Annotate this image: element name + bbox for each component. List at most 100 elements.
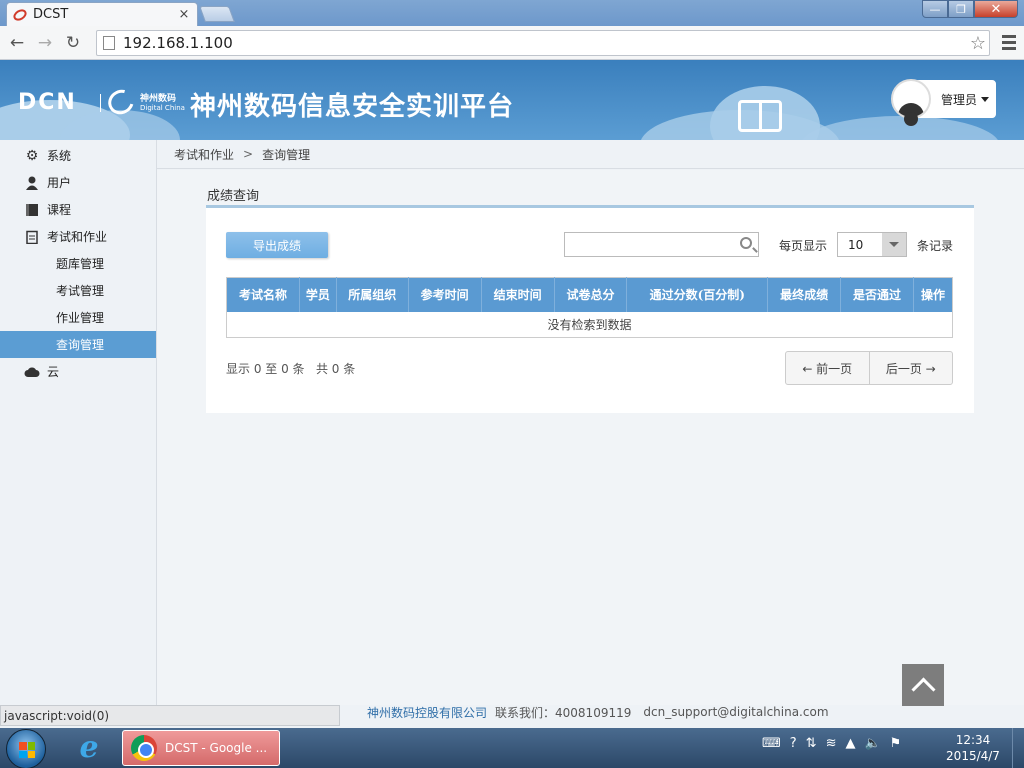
page-size-value: 10 [848,238,864,252]
chrome-icon [131,735,157,761]
start-button[interactable] [6,729,46,768]
clock-date: 2015/4/7 [946,749,1000,763]
sidebar-item-label: 云 [47,365,60,379]
sidebar-item-label: 用户 [47,176,72,190]
chrome-menu-icon[interactable] [1002,35,1016,53]
user-menu[interactable]: 管理员 [891,79,996,126]
system-tray: ⌨ ? ⇅ ≋ ▲ 🔈 ⚑ [762,736,910,751]
user-name: 管理员 [941,92,978,107]
taskbar-clock[interactable]: 12:34 2015/4/7 [938,732,1008,764]
volume-icon[interactable]: 🔈 [864,736,880,751]
new-tab-button[interactable] [199,6,235,22]
column-header[interactable]: 考试名称 [226,277,300,312]
browser-toolbar: ← → ↻ 192.168.1.100 ☆ [0,26,1024,60]
header-cloud-decoration [800,116,1000,140]
book-icon [738,100,782,132]
sidebar-subitem-homework-management[interactable]: 作业管理 [0,304,156,331]
url-text: 192.168.1.100 [123,34,233,52]
sidebar-subitem-label: 查询管理 [56,338,105,352]
search-input[interactable] [564,232,759,257]
window-controls: — ❐ ✕ [922,0,1018,18]
prev-page-button[interactable]: ← 前一页 [786,352,869,384]
main-content: 成绩查询 导出成绩 每页显示 10 条记录 考试名称 学员 所属组织 参考时间 … [157,170,1024,705]
keyboard-icon[interactable]: ⌨ [762,736,781,751]
scores-table: 考试名称 学员 所属组织 参考时间 结束时间 试卷总分 通过分数(百分制) 最终… [226,277,953,338]
next-page-button[interactable]: 后一页 → [868,352,953,384]
sidebar-item-system[interactable]: ⚙ 系统 [0,142,156,169]
page-icon [103,36,115,50]
breadcrumb-parent[interactable]: 考试和作业 [174,146,234,163]
maximize-button[interactable]: ❐ [948,0,974,18]
tab-close-icon[interactable]: × [177,7,191,22]
browser-status-bar: javascript:void(0) [0,705,340,726]
page-size-label: 每页显示 [779,239,828,253]
close-window-button[interactable]: ✕ [974,0,1018,18]
breadcrumb: 考试和作业 > 查询管理 [157,140,1024,169]
breadcrumb-current: 查询管理 [262,147,311,162]
network-flag-icon[interactable]: ⚑ [890,736,902,751]
sidebar-subitem-question-bank[interactable]: 题库管理 [0,250,156,277]
table-header-row: 考试名称 学员 所属组织 参考时间 结束时间 试卷总分 通过分数(百分制) 最终… [226,277,953,312]
taskbar-chrome-window[interactable]: DCST - Google ... [122,730,280,766]
brand-cn-text: 神州数码 [140,94,177,104]
show-hidden-icons-icon[interactable]: ▲ [845,736,855,751]
minimize-button[interactable]: — [922,0,948,18]
column-header[interactable]: 结束时间 [481,277,555,312]
pagination-summary: 显示 0 至 0 条 共 0 条 [226,362,356,376]
back-arrow-icon[interactable]: ← [6,32,28,54]
panel-title: 成绩查询 [207,189,260,204]
windows-taskbar: e DCST - Google ... ⌨ ? ⇅ ≋ ▲ 🔈 ⚑ 12:34 … [0,728,1024,768]
footer-contact: 联系我们：4008109119 [495,705,632,720]
column-header[interactable]: 参考时间 [408,277,482,312]
score-query-panel: 导出成绩 每页显示 10 条记录 考试名称 学员 所属组织 参考时间 结束时间 … [206,205,974,413]
column-header[interactable]: 所属组织 [336,277,409,312]
sidebar-subitem-label: 作业管理 [56,311,105,325]
site-title: 神州数码信息安全实训平台 [190,92,515,122]
browser-tab[interactable]: DCST × [6,2,198,26]
sidebar-item-users[interactable]: 用户 [0,169,156,196]
sidebar-item-exams[interactable]: 考试和作业 [0,223,156,250]
export-scores-button[interactable]: 导出成绩 [226,232,328,258]
column-header[interactable]: 学员 [299,277,337,312]
column-header[interactable]: 试卷总分 [554,277,628,312]
taskbar-window-label: DCST - Google ... [165,741,268,755]
windows-flag-icon [19,742,35,758]
column-header[interactable]: 通过分数(百分制) [626,277,769,312]
address-bar[interactable]: 192.168.1.100 ☆ [96,30,990,56]
sidebar-item-courses[interactable]: 课程 [0,196,156,223]
column-header[interactable]: 最终成绩 [767,277,842,312]
browser-titlebar: DCST × — ❐ ✕ [0,0,1024,26]
dcn-logo: DCN [18,90,77,115]
show-desktop-button[interactable] [1012,728,1024,768]
column-header[interactable]: 操作 [913,277,953,312]
forward-arrow-icon[interactable]: → [34,32,56,54]
site-header: DCN 神州数码 Digital China 神州数码信息安全实训平台 管理员 [0,60,1024,140]
help-icon[interactable]: ? [790,736,797,751]
sidebar-subitem-exam-management[interactable]: 考试管理 [0,277,156,304]
avatar [891,79,931,126]
caret-down-icon [981,96,990,102]
internet-explorer-icon[interactable]: e [74,733,104,764]
sidebar-subitem-query-management[interactable]: 查询管理 [0,331,156,358]
chevron-down-icon[interactable] [882,233,906,256]
bookmark-star-icon[interactable]: ☆ [967,33,989,54]
sidebar-item-label: 课程 [47,203,72,217]
user-icon [24,176,40,190]
sidebar-item-label: 考试和作业 [47,230,108,244]
empty-table-message: 没有检索到数据 [226,311,953,338]
back-to-top-button[interactable] [902,664,944,706]
search-icon[interactable] [740,237,752,249]
wifi-icon[interactable]: ≋ [826,736,837,751]
clock-time: 12:34 [955,733,991,747]
sidebar-item-label: 系统 [47,149,72,163]
sidebar-item-cloud[interactable]: 云 [0,358,156,385]
clipboard-icon [24,230,40,244]
pagination: ← 前一页 后一页 → [785,351,953,385]
column-header[interactable]: 是否通过 [840,277,914,312]
page-size-select[interactable]: 10 [837,232,907,257]
brand-en-text: Digital China [140,104,185,112]
reload-icon[interactable]: ↻ [62,32,84,54]
tray-arrows-icon[interactable]: ⇅ [806,736,817,751]
book-icon [24,203,40,217]
footer-company-link[interactable]: 神州数码控股有限公司 [367,704,487,721]
